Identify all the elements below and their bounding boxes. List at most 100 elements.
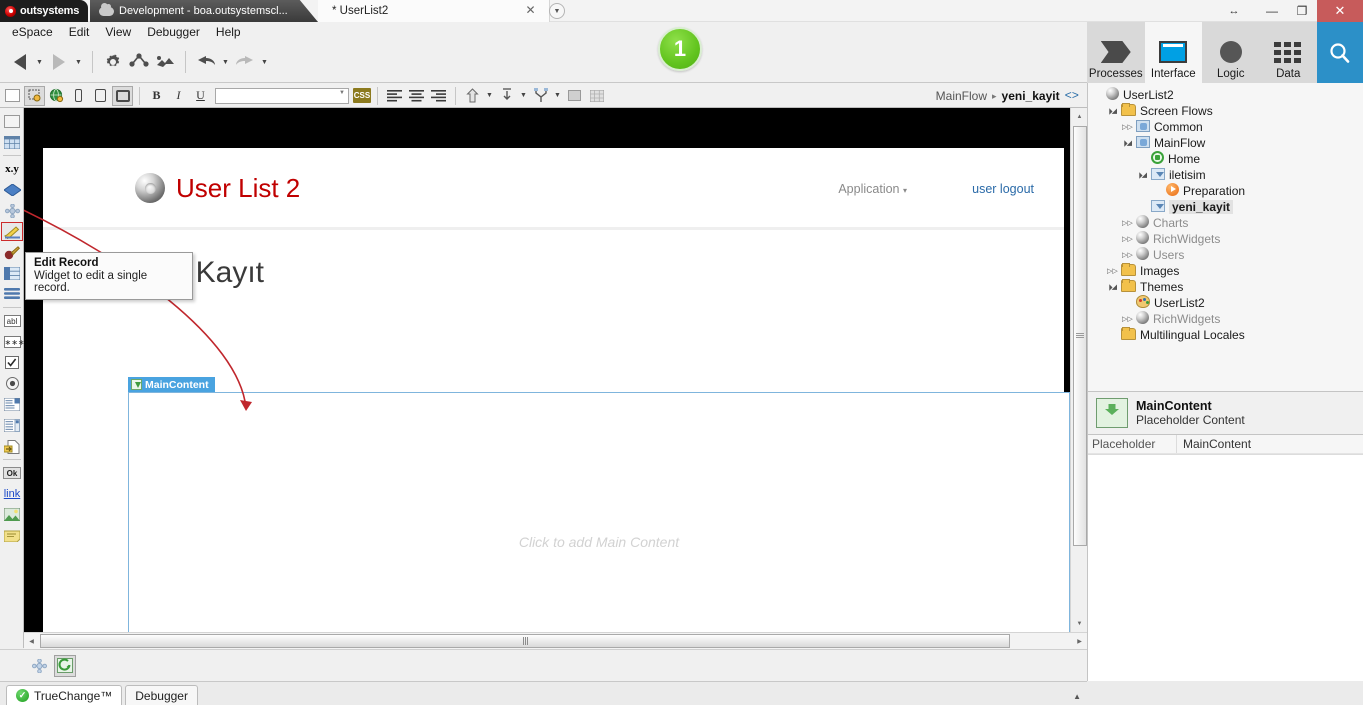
note-icon[interactable] xyxy=(0,525,24,546)
status-tab-debugger[interactable]: Debugger xyxy=(125,685,198,705)
collapse-panel-icon[interactable]: ▲ xyxy=(1073,692,1081,701)
expand-arrow-icon[interactable]: ▷ xyxy=(1122,219,1132,227)
tab-data[interactable]: Data xyxy=(1260,22,1318,83)
style-class-combo[interactable] xyxy=(215,87,349,104)
undo-dropdown-icon[interactable]: ▼ xyxy=(220,49,231,75)
widget-tree-icon[interactable] xyxy=(28,655,50,677)
list-records-icon[interactable] xyxy=(0,284,24,305)
tree-node-users[interactable]: ▷ Users xyxy=(1092,247,1363,263)
forward-arrow-icon[interactable] xyxy=(47,49,71,75)
menu-item-edit[interactable]: Edit xyxy=(61,23,98,41)
redo-icon[interactable] xyxy=(233,49,257,75)
tree-node-userlist2[interactable]: UserList2 xyxy=(1092,87,1363,103)
menu-item-view[interactable]: View xyxy=(97,23,139,41)
tree-node-mainflow[interactable]: ◢ MainFlow xyxy=(1092,135,1363,151)
tree-node-iletisim[interactable]: ◢ iletisim xyxy=(1092,167,1363,183)
property-row-placeholder[interactable]: Placeholder MainContent xyxy=(1088,435,1363,454)
tree-node-multilingual-locales[interactable]: Multilingual Locales xyxy=(1092,326,1363,343)
tree-node-home[interactable]: Home xyxy=(1092,151,1363,167)
desktop-icon[interactable] xyxy=(112,85,133,106)
close-tab-icon[interactable]: ✕ xyxy=(524,4,537,17)
tablet-icon[interactable] xyxy=(90,86,111,106)
expand-arrow-icon[interactable]: ▷ xyxy=(1122,315,1132,323)
minimize-icon[interactable]: — xyxy=(1257,0,1287,22)
screen-preview[interactable]: User List 2 Application ▾ user logout Ye… xyxy=(43,148,1070,632)
canvas[interactable]: User List 2 Application ▾ user logout Ye… xyxy=(24,108,1087,632)
tree-node-userlist2[interactable]: UserList2 xyxy=(1092,295,1363,311)
breadcrumb-parent[interactable]: MainFlow xyxy=(936,89,987,103)
redo-dropdown-icon[interactable]: ▼ xyxy=(259,49,270,75)
move-up-icon[interactable] xyxy=(462,86,483,106)
upload-icon[interactable] xyxy=(0,436,24,457)
status-tab-truechange[interactable]: ✓ TrueChange™ xyxy=(6,685,123,705)
widget-tree-icon[interactable] xyxy=(0,200,24,221)
indent-dropdown-icon[interactable]: ▼ xyxy=(518,83,529,109)
tab-processes[interactable]: Processes xyxy=(1087,22,1145,83)
refresh-green-icon[interactable] xyxy=(54,654,76,677)
vertical-scroll-thumb[interactable] xyxy=(1073,126,1087,546)
property-value[interactable]: MainContent xyxy=(1176,435,1363,453)
align-right-icon[interactable] xyxy=(428,86,449,106)
gear-icon[interactable] xyxy=(101,49,125,75)
scroll-up-icon[interactable]: ▲ xyxy=(1071,108,1088,125)
combo-box-icon[interactable] xyxy=(0,394,24,415)
scroll-down-icon[interactable]: ▼ xyxy=(1071,615,1088,632)
align-left-icon[interactable] xyxy=(384,86,405,106)
tree-node-richwidgets[interactable]: ▷ RichWidgets xyxy=(1092,231,1363,247)
radio-button-icon[interactable] xyxy=(0,373,24,394)
expression-icon[interactable]: x.y xyxy=(0,158,24,179)
container-icon[interactable] xyxy=(0,111,24,132)
align-center-icon[interactable] xyxy=(406,86,427,106)
italic-button[interactable]: I xyxy=(168,86,189,106)
phone-icon[interactable] xyxy=(68,86,89,106)
tree-node-screen-flows[interactable]: ◢ Screen Flows xyxy=(1092,102,1363,119)
maximize-icon[interactable]: ❐ xyxy=(1287,0,1317,22)
password-icon[interactable]: ∗∗∗ xyxy=(0,331,25,352)
back-dropdown-icon[interactable]: ▼ xyxy=(34,49,45,75)
canvas-vertical-scrollbar[interactable]: ▲ ▼ xyxy=(1070,108,1087,632)
collapse-arrow-icon[interactable]: ◢ xyxy=(1137,171,1147,179)
tab-logic[interactable]: Logic xyxy=(1202,22,1260,83)
tree-node-preparation[interactable]: Preparation xyxy=(1092,183,1363,199)
menu-item-espace[interactable]: eSpace xyxy=(4,23,61,41)
deploy-icon[interactable] xyxy=(153,49,177,75)
preview-screen-icon[interactable] xyxy=(24,85,45,106)
tree-node-richwidgets[interactable]: ▷ RichWidgets xyxy=(1092,311,1363,327)
close-icon[interactable]: ✕ xyxy=(1317,0,1363,22)
app-title[interactable]: User List 2 xyxy=(176,173,300,204)
horizontal-scroll-thumb[interactable] xyxy=(40,634,1010,648)
tree-node-themes[interactable]: ◢ Themes xyxy=(1092,278,1363,295)
tree-node-yeni-kayit[interactable]: yeni_kayit xyxy=(1092,199,1363,215)
table-records-icon[interactable] xyxy=(0,263,24,284)
browser-icon[interactable] xyxy=(46,86,67,106)
tree-node-common[interactable]: ▷ Common xyxy=(1092,119,1363,135)
placeholder-tag[interactable]: MainContent xyxy=(128,377,215,392)
expand-arrow-icon[interactable]: ▷ xyxy=(1122,251,1132,259)
tree-node-charts[interactable]: ▷ Charts xyxy=(1092,215,1363,231)
scroll-right-icon[interactable]: ▶ xyxy=(1072,633,1087,649)
edit-record-pencil-icon[interactable] xyxy=(0,221,24,242)
scroll-left-icon[interactable]: ◀ xyxy=(24,633,39,649)
search-icon[interactable] xyxy=(1317,22,1363,83)
style-class-input[interactable] xyxy=(216,90,334,103)
back-arrow-icon[interactable] xyxy=(8,49,32,75)
menu-item-help[interactable]: Help xyxy=(208,23,249,41)
image-icon[interactable] xyxy=(0,504,24,525)
expand-arrow-icon[interactable]: ▷ xyxy=(1122,123,1132,131)
code-toggle-button[interactable]: <> xyxy=(1065,89,1079,103)
blank-style-icon[interactable] xyxy=(2,86,23,106)
form-brush-icon[interactable] xyxy=(0,242,24,263)
undo-icon[interactable] xyxy=(194,49,218,75)
menu-item-debugger[interactable]: Debugger xyxy=(139,23,208,41)
table-icon[interactable] xyxy=(0,132,24,153)
collapse-arrow-icon[interactable]: ◢ xyxy=(1107,283,1117,291)
user-logout-link[interactable]: user logout xyxy=(972,182,1034,196)
chevron-down-icon[interactable]: ▼ xyxy=(549,3,565,19)
indent-icon[interactable] xyxy=(496,86,517,106)
move-up-dropdown-icon[interactable]: ▼ xyxy=(484,83,495,109)
if-diamond-icon[interactable] xyxy=(0,179,24,200)
collapse-arrow-icon[interactable]: ◢ xyxy=(1122,139,1132,147)
main-content-placeholder[interactable]: Click to add Main Content xyxy=(128,392,1070,632)
abl-input-icon[interactable]: abl xyxy=(0,310,24,331)
resize-icon[interactable]: ↔ xyxy=(1211,0,1257,22)
